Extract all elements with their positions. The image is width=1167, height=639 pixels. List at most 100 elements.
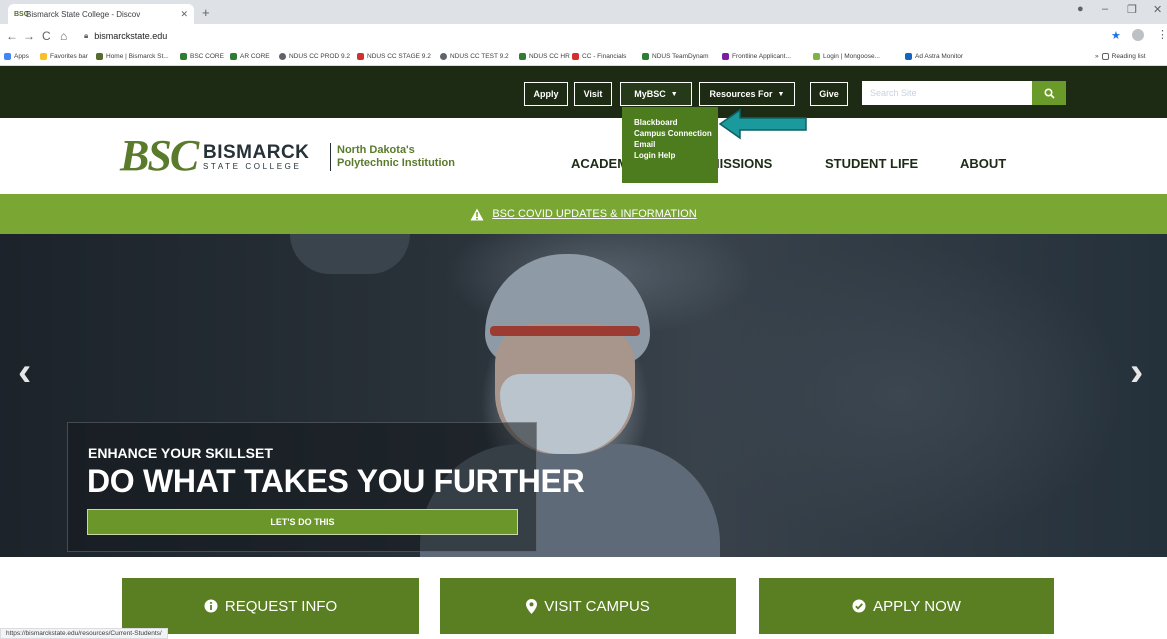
menu-item-blackboard[interactable]: Blackboard	[634, 117, 718, 128]
mongoose-icon	[813, 53, 820, 60]
lets-do-this-button[interactable]: LET'S DO THIS	[87, 509, 518, 535]
resources-label: Resources For	[709, 89, 773, 99]
bookmark-ndus-stage[interactable]: NDUS CC STAGE 9.2	[357, 53, 431, 60]
bookmark-ad-astra[interactable]: Ad Astra Monitor	[905, 53, 963, 60]
reading-list-icon	[1101, 53, 1109, 60]
bookmark-label: Frontline Applicant...	[732, 53, 791, 60]
ad-astra-icon	[905, 53, 912, 60]
check-circle-icon	[852, 599, 866, 613]
bookmark-label: Home | Bismarck St...	[106, 53, 169, 60]
mybsc-dropdown-button[interactable]: MyBSC ▼	[620, 82, 692, 106]
reload-icon[interactable]: C	[42, 29, 51, 43]
bookmark-teamdynam[interactable]: NDUS TeamDynam	[642, 53, 709, 60]
bookmark-label: NDUS CC HR	[529, 53, 570, 60]
search-button[interactable]	[1032, 81, 1066, 105]
globe-icon	[440, 53, 447, 60]
request-info-label: REQUEST INFO	[224, 597, 338, 615]
covid-alert-bar: BSC COVID UPDATES & INFORMATION	[0, 194, 1167, 234]
tab-title: Bismarck State College - Discov	[26, 9, 141, 19]
site-search-input[interactable]	[862, 81, 1032, 105]
menu-item-login-help[interactable]: Login Help	[634, 150, 718, 161]
covid-updates-link[interactable]: BSC COVID UPDATES & INFORMATION	[492, 208, 696, 220]
bookmark-label: NDUS TeamDynam	[652, 53, 709, 60]
bookmark-ndus-test[interactable]: NDUS CC TEST 9.2	[440, 53, 509, 60]
apply-label: Apply	[533, 89, 559, 99]
bookmark-label: AR CORE	[240, 53, 270, 60]
bookmark-label: NDUS CC PROD 9.2	[289, 53, 351, 60]
bookmark-label: Apps	[14, 53, 29, 60]
back-icon[interactable]: ←	[6, 29, 18, 43]
nav-student-life[interactable]: STUDENT LIFE	[825, 156, 918, 171]
bookmark-mongoose[interactable]: Login | Mongoose...	[813, 53, 880, 60]
new-tab-icon[interactable]: +	[202, 5, 210, 20]
oracle-icon	[357, 53, 364, 60]
bookmark-label: NDUS CC STAGE 9.2	[367, 53, 431, 60]
bsc-logo[interactable]: BSC BISMARCK STATE COLLEGE North Dakota'…	[120, 131, 455, 181]
browser-menu-icon[interactable]: ⋮	[1157, 28, 1167, 41]
bookmark-bsc-core[interactable]: BSC CORE	[180, 53, 224, 60]
carousel-prev-icon[interactable]: ‹	[18, 352, 31, 392]
menu-item-campus-connection[interactable]: Campus Connection	[634, 128, 718, 139]
browser-toolbar: ← → C ⌂ 🔒︎ bismarckstate.edu ★ ⋮	[0, 24, 1167, 50]
bookmark-frontline[interactable]: Frontline Applicant...	[722, 53, 791, 60]
bookmark-label: BSC CORE	[190, 53, 224, 60]
apply-now-button[interactable]: APPLY NOW	[759, 578, 1054, 634]
maximize-icon[interactable]: ❐	[1127, 3, 1137, 16]
logo-name: BISMARCK	[203, 142, 310, 163]
utility-nav-bar: Apply Visit MyBSC ▼ Resources For ▼ Give	[0, 66, 1167, 118]
browser-tab[interactable]: BSC Bismarck State College - Discov ✕	[8, 4, 194, 24]
bookmark-favorites-bar[interactable]: Favorites bar	[40, 53, 88, 60]
resources-dropdown-button[interactable]: Resources For ▼	[699, 82, 795, 106]
logo-mark: BSC	[120, 131, 199, 180]
caret-down-icon: ▼	[670, 90, 678, 98]
forward-icon[interactable]: →	[23, 29, 35, 43]
bookmark-label: Reading list	[1111, 53, 1146, 60]
apply-button[interactable]: Apply	[524, 82, 568, 106]
folder-icon	[40, 53, 47, 60]
carousel-next-icon[interactable]: ›	[1130, 352, 1143, 392]
site-favicon-icon: BSC	[14, 10, 29, 18]
hero-kicker: ENHANCE YOUR SKILLSET	[88, 445, 273, 461]
mybsc-dropdown-menu: Blackboard Campus Connection Email Login…	[622, 107, 718, 183]
bookmark-reading-list[interactable]: » Reading list	[1095, 53, 1146, 60]
logo-tagline-1: North Dakota's	[337, 144, 415, 156]
bookmark-cc-financials[interactable]: CC - Financials	[572, 53, 626, 60]
request-info-button[interactable]: REQUEST INFO	[122, 578, 419, 634]
bookmark-label: Ad Astra Monitor	[915, 53, 964, 60]
visit-button[interactable]: Visit	[574, 82, 612, 106]
bookmark-star-icon[interactable]: ★	[1111, 29, 1121, 42]
home-icon[interactable]: ⌂	[60, 29, 67, 43]
bookmark-apps[interactable]: Apps	[4, 53, 29, 60]
oracle-icon	[572, 53, 579, 60]
visit-campus-button[interactable]: VISIT CAMPUS	[440, 578, 736, 634]
give-button[interactable]: Give	[810, 82, 848, 106]
apps-grid-icon	[4, 53, 11, 60]
lock-icon: 🔒︎	[84, 31, 89, 40]
mybsc-label: MyBSC	[634, 89, 666, 99]
map-marker-icon	[526, 598, 538, 614]
peoplesoft-icon	[180, 53, 187, 60]
bookmark-label: NDUS CC TEST 9.2	[450, 53, 509, 60]
peoplesoft-icon	[230, 53, 237, 60]
account-icon[interactable]: ●	[1077, 3, 1084, 15]
visit-label: Visit	[583, 89, 603, 99]
bookmark-ar-core[interactable]: AR CORE	[230, 53, 270, 60]
bookmark-ndus-prod[interactable]: NDUS CC PROD 9.2	[279, 53, 350, 60]
peoplesoft-icon	[519, 53, 526, 60]
menu-item-email[interactable]: Email	[634, 139, 718, 150]
address-bar[interactable]: 🔒︎ bismarckstate.edu	[84, 27, 1094, 45]
chevron-double-icon: »	[1095, 53, 1099, 60]
give-label: Give	[819, 89, 839, 99]
bookmark-home[interactable]: Home | Bismarck St...	[96, 53, 169, 60]
visit-campus-label: VISIT CAMPUS	[544, 597, 650, 615]
window-close-icon[interactable]: ✕	[1153, 3, 1162, 16]
bookmark-ndus-hr[interactable]: NDUS CC HR	[519, 53, 570, 60]
link-status-url: https://bismarckstate.edu/resources/Curr…	[0, 628, 168, 639]
globe-icon	[279, 53, 286, 60]
minimize-icon[interactable]: –	[1102, 3, 1108, 15]
nav-about[interactable]: ABOUT	[960, 156, 1006, 171]
hero-carousel: ‹ › ENHANCE YOUR SKILLSET DO WHAT TAKES …	[0, 234, 1167, 557]
profile-avatar[interactable]	[1132, 29, 1144, 41]
close-tab-icon[interactable]: ✕	[180, 9, 188, 20]
hero-headline: DO WHAT TAKES YOU FURTHER	[87, 463, 585, 499]
